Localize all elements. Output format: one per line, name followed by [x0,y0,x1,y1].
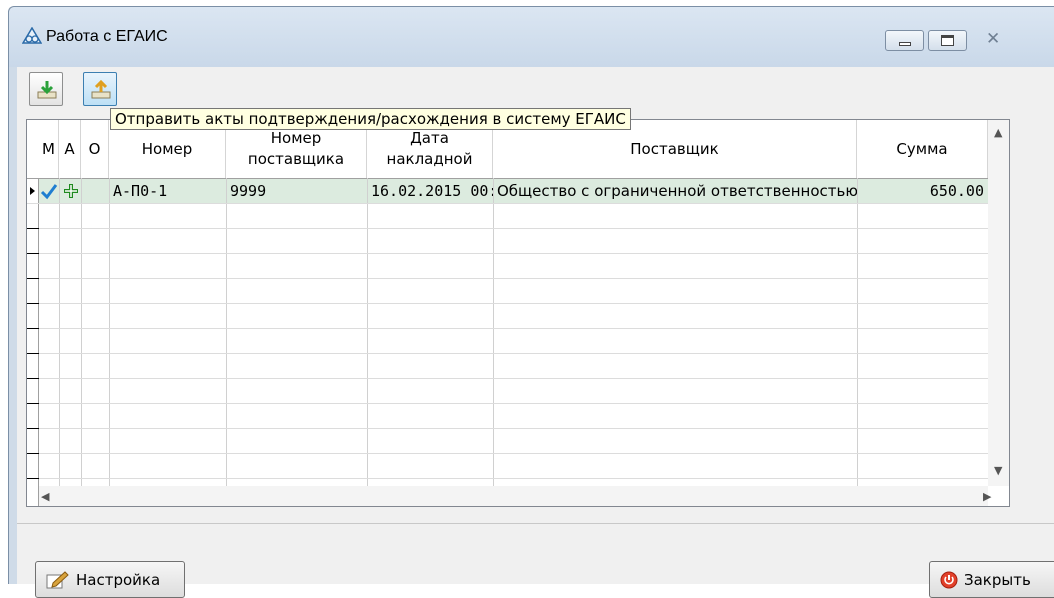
header-a[interactable]: А [59,120,81,178]
window-close-button[interactable]: ✕ [970,29,1017,51]
send-acts-button[interactable] [83,72,117,106]
close-button[interactable]: Закрыть [929,561,1054,598]
download-tray-icon [37,81,57,99]
horizontal-scrollbar[interactable]: ◀ ▶ [39,486,991,506]
title-bar[interactable]: Работа с ЕГАИС ✕ [9,7,1054,67]
egais-window: Работа с ЕГАИС ✕ М А О Номер Номер поста… [8,6,1054,598]
row-divider [27,353,988,354]
row-divider [27,303,988,304]
row-divider [27,203,988,204]
checkmark-icon [40,184,58,200]
row-indicator-divider [27,353,39,354]
close-button-label: Закрыть [964,570,1031,589]
cell-date[interactable]: 16.02.2015 00:00 [367,179,493,203]
cell-number[interactable]: А-П0-1 [109,179,226,203]
settings-button-label: Настройка [76,570,161,589]
maximize-icon [941,35,954,46]
row-divider [27,278,988,279]
cell-sum[interactable]: 650.00 [857,179,988,203]
row-divider [27,228,988,229]
header-o[interactable]: О [81,120,109,178]
window-title: Работа с ЕГАИС [46,28,168,45]
minimize-button[interactable] [885,30,924,51]
scroll-left-icon[interactable]: ◀ [41,490,49,503]
settings-edit-icon [46,570,69,588]
egais-app-icon [22,27,42,44]
row-divider [27,403,988,404]
vertical-scrollbar[interactable]: ▲ ▼ [988,120,1009,486]
row-divider [27,328,988,329]
header-sum[interactable]: Сумма [857,120,988,178]
client-area: М А О Номер Номер поставщика Дата наклад… [17,67,1054,598]
current-row-indicator-icon [30,187,35,195]
send-acts-tooltip: Отправить акты подтверждения/расхождения… [110,108,631,130]
cell-supplier[interactable]: Общество с ограниченной ответственностью [493,179,857,203]
maximize-button[interactable] [928,30,967,51]
row-indicator-divider [27,478,39,479]
row-indicator-divider [27,253,39,254]
settings-button[interactable]: Настройка [35,561,185,598]
row-divider [27,428,988,429]
invoices-grid[interactable]: М А О Номер Номер поставщика Дата наклад… [26,119,1010,507]
row-indicator-divider [27,428,39,429]
row-indicator-divider [27,303,39,304]
row-divider [27,478,988,479]
plus-icon [64,184,78,198]
scroll-down-icon[interactable]: ▼ [994,464,1002,477]
scroll-right-icon[interactable]: ▶ [983,490,991,503]
cell-supplier-number[interactable]: 9999 [226,179,367,203]
row-indicator-divider [27,378,39,379]
bottom-separator [17,523,1054,524]
row-divider [27,453,988,454]
row-divider [27,253,988,254]
row-divider [27,378,988,379]
header-m[interactable]: М [39,120,59,178]
receive-button[interactable] [29,72,63,106]
minimize-icon [899,42,911,46]
upload-tray-icon [91,79,111,99]
row-indicator-divider [27,228,39,229]
scroll-up-icon[interactable]: ▲ [994,126,1002,139]
power-icon [940,571,958,588]
row-indicator-divider [27,278,39,279]
row-indicator-divider [27,328,39,329]
row-indicator-divider [27,453,39,454]
row-indicator-divider [27,403,39,404]
close-icon: ✕ [986,29,1001,49]
